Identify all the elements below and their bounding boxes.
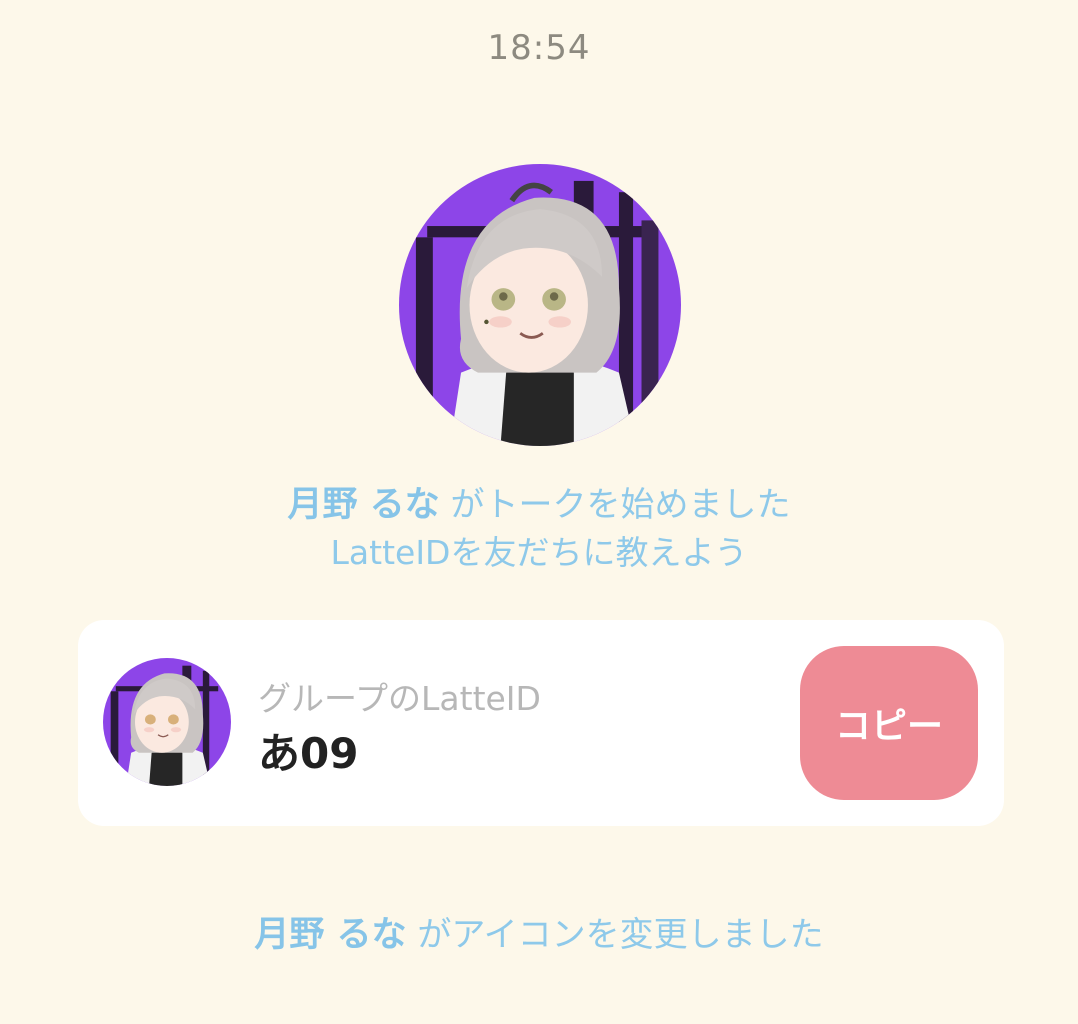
notice-user-name[interactable]: 月野 るな (254, 915, 406, 955)
notice-message: がアイコンを変更しました (417, 915, 824, 955)
copy-button[interactable]: コピー (800, 646, 978, 800)
talk-started-notice: 月野 るな がトークを始めました (0, 476, 1078, 527)
message-timestamp: 18:54 (487, 28, 591, 68)
group-latte-id-value: あ09 (258, 729, 359, 778)
notice-message: がトークを始めました (450, 485, 791, 525)
notice-user-name[interactable]: 月野 るな (288, 485, 440, 525)
user-avatar-icon (399, 164, 681, 446)
group-avatar-icon (103, 658, 231, 786)
group-latte-id-label: グループのLatteID (258, 679, 541, 718)
icon-changed-notice: 月野 るな がアイコンを変更しました (0, 906, 1078, 957)
group-latte-id-card: グループのLatteID あ09 コピー (78, 620, 1004, 826)
share-id-notice: LatteIDを友だちに教えよう (330, 533, 748, 572)
group-avatar (103, 658, 231, 786)
user-avatar[interactable] (399, 164, 681, 446)
